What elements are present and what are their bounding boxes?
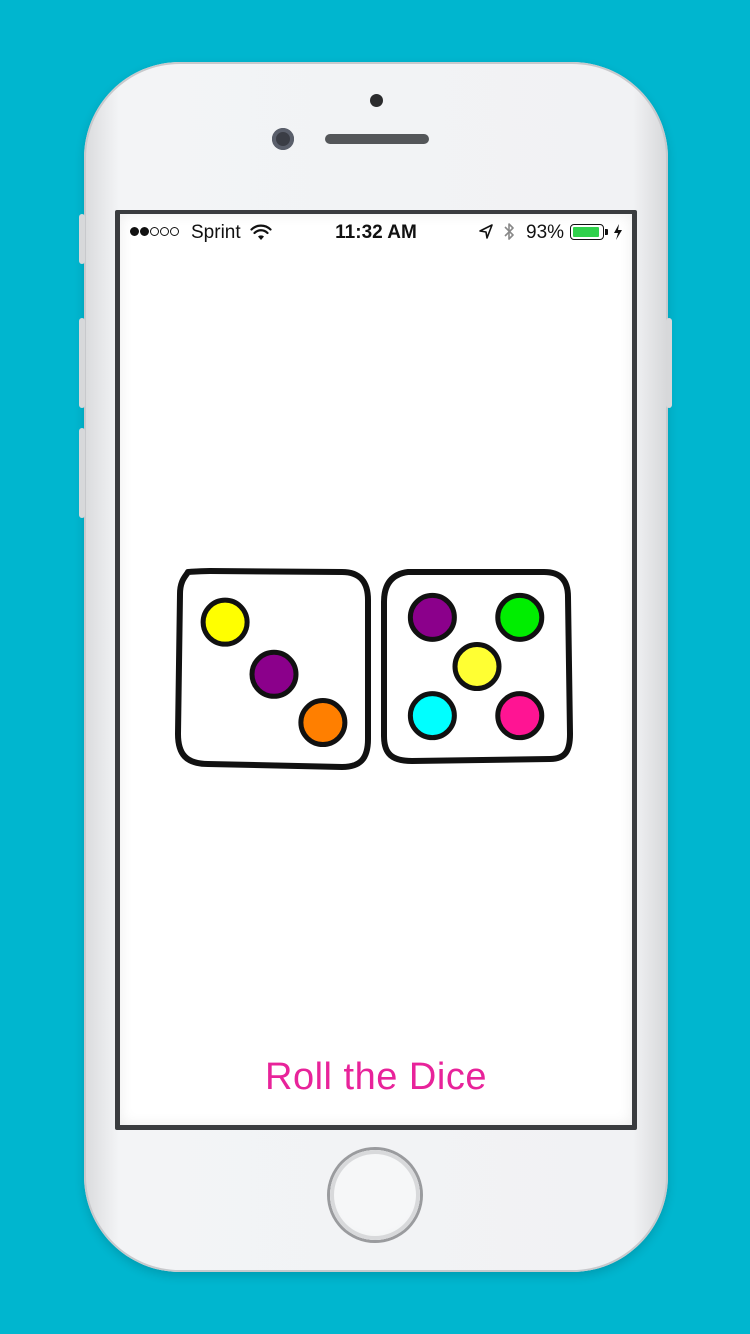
die-pip [249, 649, 299, 699]
earpiece-speaker [325, 134, 429, 144]
die-right [381, 569, 573, 764]
front-camera-icon [272, 128, 294, 150]
home-button[interactable] [330, 1150, 420, 1240]
power-button [666, 318, 672, 408]
die-pip [407, 592, 457, 642]
die-left [175, 568, 371, 770]
volume-down-button [79, 428, 85, 518]
die-pip [200, 597, 250, 647]
mute-switch [79, 214, 85, 264]
die-pip [495, 592, 545, 642]
volume-up-button [79, 318, 85, 408]
proximity-sensor [370, 94, 383, 107]
app-screen: Sprint 11:32 AM 93% Roll the Dice [120, 214, 632, 1125]
die-pip [407, 691, 457, 741]
die-pip [452, 642, 502, 691]
die-pip [298, 698, 348, 748]
roll-dice-button[interactable]: Roll the Dice [120, 1052, 632, 1102]
dice-area [175, 568, 573, 770]
die-pip [495, 691, 545, 741]
